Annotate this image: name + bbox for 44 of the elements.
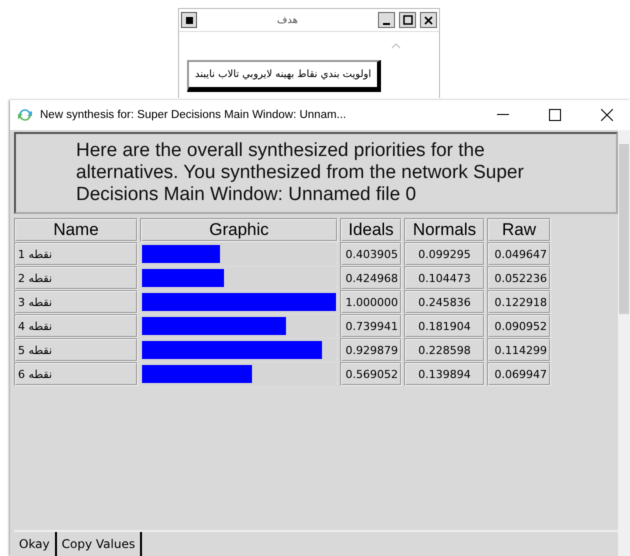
table-cell: نقطه 3: [14, 290, 138, 314]
table-cell: 1.000000: [340, 290, 402, 314]
table-cell: 0.069947: [487, 362, 551, 386]
column-header: Ideals: [340, 218, 402, 242]
maximize-icon: [549, 109, 561, 121]
column-header: Graphic: [140, 218, 338, 242]
minimize-icon: [497, 114, 509, 116]
table-cell: نقطه 5: [14, 338, 138, 362]
close-button[interactable]: [420, 12, 437, 28]
table-cell: 0.424968: [340, 266, 402, 290]
table-cell: نقطه 4: [14, 314, 138, 338]
table-cell: 0.099295: [404, 242, 485, 266]
window-title: New synthesis for: Super Decisions Main Window: Unnam...: [40, 109, 348, 121]
close-icon: [424, 16, 433, 24]
maximize-icon: [402, 15, 412, 25]
close-icon: [601, 109, 613, 121]
table-cell: 0.245836: [404, 290, 485, 314]
table-cell: 0.569052: [340, 362, 402, 386]
table-cell: 0.114299: [487, 338, 551, 362]
goal-button[interactable]: اولويت بندي نقاط بهينه لايروبي تالاب نايبند: [187, 60, 382, 92]
table-cell: 0.181904: [404, 314, 485, 338]
minimize-icon: [383, 22, 390, 24]
window-title: هدف: [276, 14, 299, 26]
table-cell: 0.403905: [340, 242, 402, 266]
table-cell: 0.049647: [487, 242, 551, 266]
table-cell: 0.104473: [404, 266, 485, 290]
message-text: Here are the overall synthesized priorities for the alternatives. You synthesized from the network Super Decisions Main Window: Unnamed file 0: [14, 132, 618, 214]
system-menu-icon[interactable]: [181, 12, 197, 28]
refresh-icon: [16, 107, 34, 123]
table-cell: 0.739941: [340, 314, 402, 338]
table-cell: نقطه 1: [14, 242, 138, 266]
table-cell: 0.122918: [487, 290, 551, 314]
table-cell: 0.228598: [404, 338, 485, 362]
column-header: Name: [14, 218, 138, 242]
table-cell: 0.052236: [487, 266, 551, 290]
maximize-button[interactable]: [399, 12, 416, 28]
column-header: Normals: [404, 218, 485, 242]
table-cell: 0.139894: [404, 362, 485, 386]
table-cell: نقطه 2: [14, 266, 138, 290]
table-cell: 0.929879: [340, 338, 402, 362]
minimize-button[interactable]: [378, 12, 395, 28]
column-header: Raw: [487, 218, 551, 242]
table-cell: نقطه 6: [14, 362, 138, 386]
table-cell: 0.090952: [487, 314, 551, 338]
